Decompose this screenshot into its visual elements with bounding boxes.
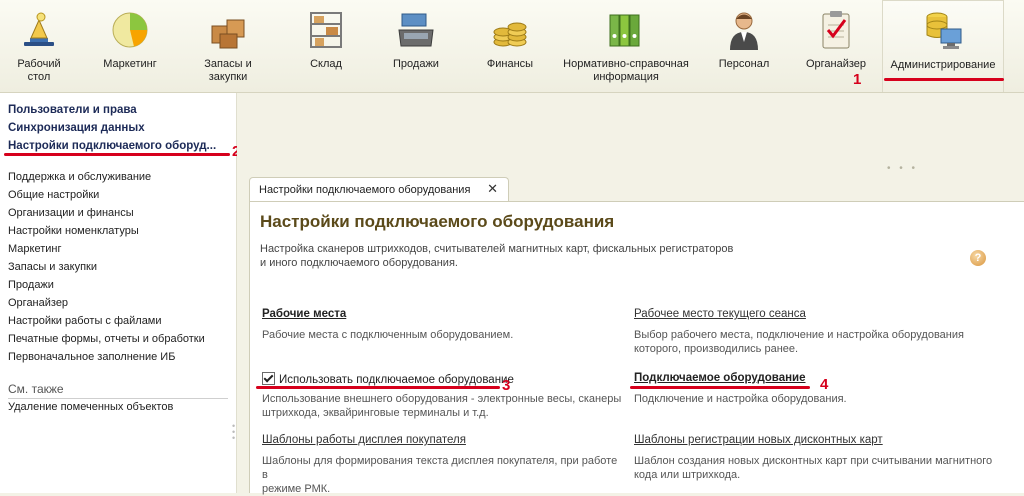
toolbar-label: Администрирование xyxy=(890,59,996,71)
panel-grip[interactable]: • • • xyxy=(887,163,918,174)
toolbar-item-personnel[interactable]: Персонал xyxy=(704,0,784,92)
sidebar-section-sync[interactable]: Синхронизация данных xyxy=(8,122,145,134)
toolbar-item-sales[interactable]: Продажи xyxy=(376,0,456,92)
database-computer-icon xyxy=(926,12,962,49)
sidebar-link-organizations[interactable]: Организации и финансы xyxy=(8,207,134,219)
toolbar-item-desktop[interactable]: Рабочий стол xyxy=(0,0,78,92)
sidebar-section-users[interactable]: Пользователи и права xyxy=(8,104,137,116)
discount-card-templates-link[interactable]: Шаблоны регистрации новых дисконтных кар… xyxy=(634,434,883,446)
toolbar-item-warehouse[interactable]: Склад xyxy=(286,0,366,92)
current-session-workplace-description: Выбор рабочего места, подключение и наст… xyxy=(634,329,964,355)
splitter-grip[interactable]: • • • xyxy=(232,422,236,443)
toolbar-item-marketing[interactable]: Маркетинг xyxy=(90,0,170,92)
help-icon[interactable]: ? xyxy=(970,250,986,266)
binders-icon xyxy=(609,14,640,47)
annotation-underline-4 xyxy=(630,386,810,389)
toolbar-item-inventory[interactable]: Запасы и закупки xyxy=(188,0,268,92)
sidebar-link-delete-marked[interactable]: Удаление помеченных объектов xyxy=(8,401,173,413)
sidebar-link-print-forms[interactable]: Печатные формы, отчеты и обработки xyxy=(8,333,205,345)
sidebar-link-organizer[interactable]: Органайзер xyxy=(8,297,68,309)
toolbar-label: Нормативно-справочная информация xyxy=(563,58,689,83)
desktop-icon xyxy=(24,12,54,46)
toolbar-item-finance[interactable]: Финансы xyxy=(470,0,550,92)
annotation-number-1: 1 xyxy=(853,71,862,88)
sidebar-link-initial-fill[interactable]: Первоначальное заполнение ИБ xyxy=(8,351,175,363)
customer-display-templates-link[interactable]: Шаблоны работы дисплея покупателя xyxy=(262,434,466,446)
use-equipment-label[interactable]: Использовать подключаемое оборудование xyxy=(279,374,514,386)
form-content: Настройки подключаемого оборудования Нас… xyxy=(249,201,1024,495)
person-icon xyxy=(730,12,758,50)
tab-label: Настройки подключаемого оборудования xyxy=(259,184,471,196)
see-also-heading: См. также xyxy=(8,382,64,396)
annotation-underline-2 xyxy=(4,153,230,156)
customer-display-templates-description: Шаблоны для формирования текста дисплея … xyxy=(262,455,618,495)
sidebar-link-general-settings[interactable]: Общие настройки xyxy=(8,189,99,201)
toolbar-label: Запасы и закупки xyxy=(204,58,252,83)
sidebar-link-sales[interactable]: Продажи xyxy=(8,279,54,291)
close-icon[interactable]: ✕ xyxy=(487,181,498,197)
pie-chart-icon xyxy=(112,12,148,48)
page-title: Настройки подключаемого оборудования xyxy=(260,212,615,231)
sidebar-link-inventory[interactable]: Запасы и закупки xyxy=(8,261,97,273)
toolbar-label: Рабочий стол xyxy=(17,58,61,83)
use-equipment-checkbox-row[interactable]: Использовать подключаемое оборудование xyxy=(262,372,514,386)
sidebar-link-marketing[interactable]: Маркетинг xyxy=(8,243,61,255)
page-description: Настройка сканеров штрихкодов, считывате… xyxy=(260,243,734,269)
sidebar-section-equipment-settings[interactable]: Настройки подключаемого оборуд... xyxy=(8,140,216,152)
toolbar-item-reference-info[interactable]: Нормативно-справочная информация xyxy=(556,0,696,92)
toolbar-label: Продажи xyxy=(393,58,439,70)
tab-equipment-settings[interactable]: Настройки подключаемого оборудования ✕ xyxy=(249,177,509,201)
clipboard-icon xyxy=(822,11,850,49)
sidebar-link-files[interactable]: Настройки работы с файлами xyxy=(8,315,162,327)
sidebar-link-nomenclature[interactable]: Настройки номенклатуры xyxy=(8,225,139,237)
annotation-underline-1 xyxy=(884,78,1004,81)
connected-equipment-link[interactable]: Подключаемое оборудование xyxy=(634,372,806,384)
toolbar-label: Маркетинг xyxy=(103,58,157,70)
toolbar-label: Органайзер xyxy=(805,58,867,70)
warehouse-shelf-icon xyxy=(310,12,342,48)
annotation-underline-3 xyxy=(256,386,500,389)
section-sidebar: Пользователи и права Синхронизация данны… xyxy=(0,93,240,493)
workplaces-description: Рабочие места с подключенным оборудовани… xyxy=(262,329,514,341)
sidebar-link-support[interactable]: Поддержка и обслуживание xyxy=(8,171,151,183)
see-also-divider xyxy=(8,398,228,399)
current-session-workplace-link[interactable]: Рабочее место текущего сеанса xyxy=(634,308,806,320)
use-equipment-checkbox[interactable] xyxy=(262,372,275,385)
workplaces-link[interactable]: Рабочие места xyxy=(262,308,346,320)
cash-register-icon xyxy=(398,13,434,47)
discount-card-templates-description: Шаблон создания новых дисконтных карт пр… xyxy=(634,455,993,481)
toolbar-label: Склад xyxy=(310,58,342,70)
section-main: • • • Настройки подключаемого оборудован… xyxy=(237,93,1024,495)
connected-equipment-description: Подключение и настройка оборудования. xyxy=(634,393,847,405)
toolbar-label: Финансы xyxy=(486,58,534,70)
toolbar-item-organizer[interactable]: Органайзер xyxy=(796,0,876,92)
coins-icon xyxy=(493,22,527,47)
section-toolbar: Рабочий стол Маркетинг Запасы и закупки … xyxy=(0,0,1024,93)
use-equipment-description: Использование внешнего оборудования - эл… xyxy=(262,393,622,419)
boxes-icon xyxy=(211,19,245,49)
annotation-number-4: 4 xyxy=(820,376,829,393)
toolbar-label: Персонал xyxy=(718,58,770,70)
